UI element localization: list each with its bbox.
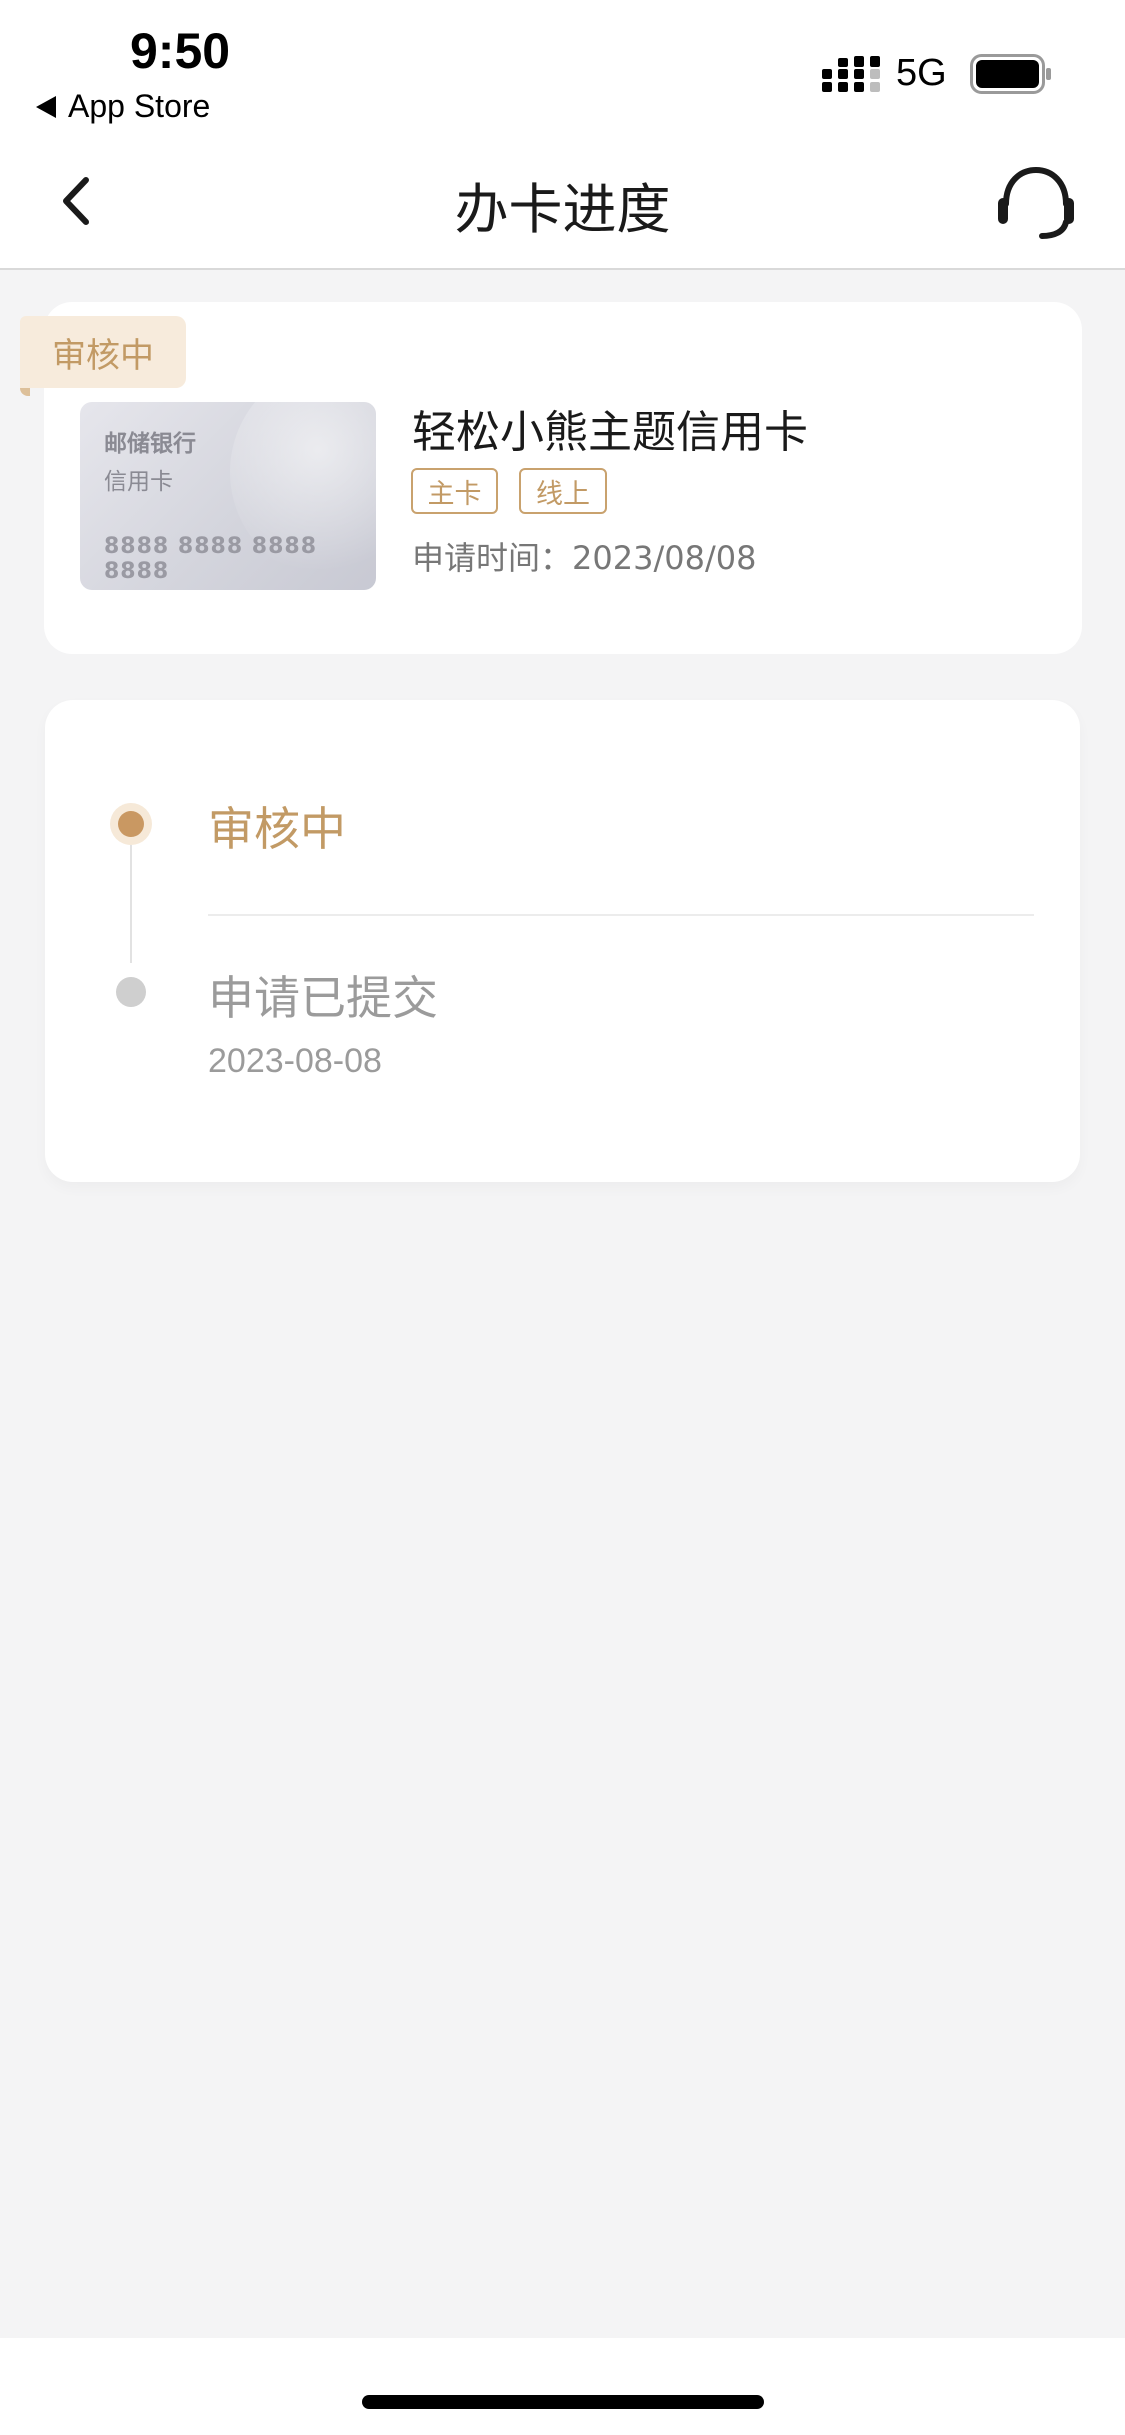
timeline-dot-current: [118, 811, 144, 837]
credit-card-image: 邮储银行 信用卡 8888 8888 8888 8888: [80, 402, 376, 590]
home-indicator[interactable]: [362, 2395, 764, 2409]
battery-icon: [970, 54, 1051, 94]
back-triangle-icon: [36, 95, 56, 118]
step-current-title: 审核中: [208, 802, 346, 856]
application-time: 申请时间：2023/08/08: [412, 539, 757, 577]
primary-card-badge: 主卡: [411, 468, 498, 514]
review-status-tag: 审核中: [20, 316, 186, 388]
status-tag-fold: [20, 388, 30, 396]
signal-icon: [822, 56, 880, 92]
step-submitted-date: 2023-08-08: [208, 1042, 382, 1080]
card-bank-name: 邮储银行: [104, 431, 196, 457]
progress-timeline-card: [45, 700, 1080, 1182]
card-product-name: 轻松小熊主题信用卡: [412, 407, 808, 458]
return-app-label: App Store: [68, 88, 211, 124]
online-badge: 线上: [519, 468, 607, 514]
bottom-safe-area: [0, 2338, 1125, 2435]
status-time: 9:50: [130, 23, 231, 79]
card-type-label: 信用卡: [104, 469, 173, 495]
card-number: 8888 8888 8888 8888: [104, 534, 318, 584]
chevron-left-icon: [63, 177, 89, 225]
timeline-connector: [130, 845, 132, 963]
customer-service-button[interactable]: [994, 160, 1078, 240]
step-submitted-title: 申请已提交: [208, 971, 438, 1025]
step-divider: [208, 914, 1034, 916]
timeline-dot-done: [116, 977, 146, 1007]
back-button[interactable]: [52, 166, 102, 236]
return-to-app-store[interactable]: App Store: [36, 88, 210, 125]
headset-icon: [998, 166, 1074, 239]
network-type: 5G: [896, 52, 947, 94]
